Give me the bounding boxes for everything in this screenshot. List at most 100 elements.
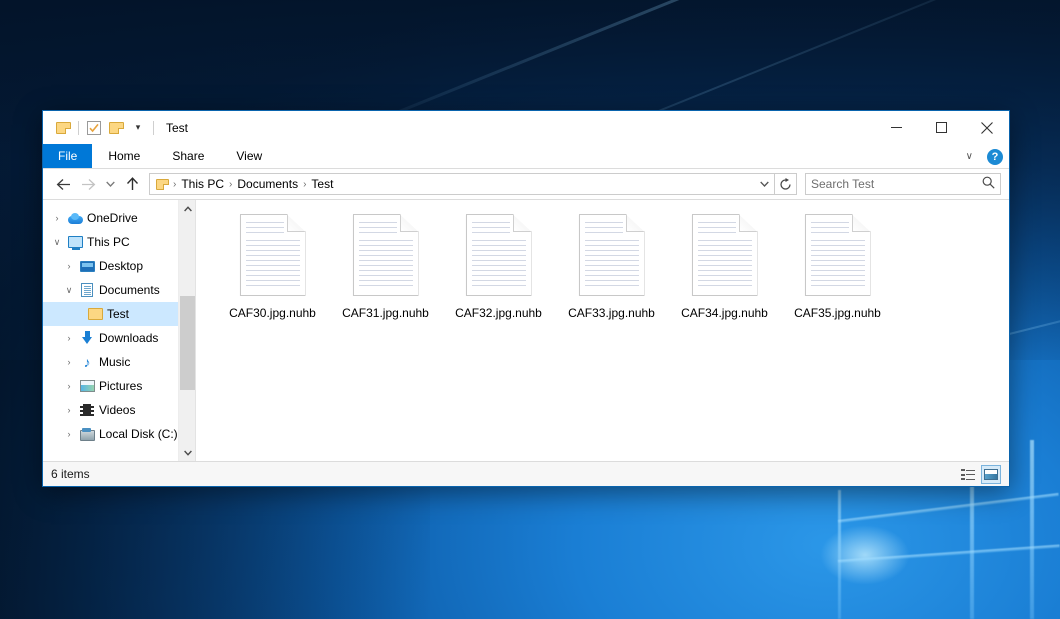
close-button[interactable]: [964, 111, 1009, 144]
sidebar-item-pictures[interactable]: › Pictures: [43, 374, 195, 398]
breadcrumb-item-test[interactable]: Test: [307, 177, 337, 191]
forward-button[interactable]: [76, 172, 101, 196]
chevron-right-icon[interactable]: ›: [61, 405, 77, 415]
sidebar-item-downloads[interactable]: › Downloads: [43, 326, 195, 350]
item-count-label: 6 items: [51, 467, 90, 481]
music-icon: ♪: [77, 355, 97, 369]
address-folder-icon: [155, 179, 172, 190]
chevron-down-icon[interactable]: ∨: [61, 285, 77, 296]
breadcrumb-item-this-pc[interactable]: This PC: [177, 177, 228, 191]
list-item[interactable]: CAF31.jpg.nuhb: [329, 210, 442, 322]
tab-file[interactable]: File: [43, 144, 92, 168]
address-dropdown-chevron-icon[interactable]: [754, 174, 774, 194]
sidebar-item-this-pc[interactable]: ∨ This PC: [43, 230, 195, 254]
title-bar: ▾ Test: [43, 111, 1009, 144]
minimize-button[interactable]: [874, 111, 919, 144]
search-icon[interactable]: [982, 176, 995, 192]
up-button[interactable]: [120, 172, 145, 196]
generic-document-icon: [466, 214, 532, 296]
divider: [78, 121, 79, 135]
window-controls: [874, 111, 1009, 144]
list-item[interactable]: CAF32.jpg.nuhb: [442, 210, 555, 322]
tab-home[interactable]: Home: [92, 144, 156, 168]
help-icon[interactable]: ?: [987, 149, 1003, 165]
customize-quick-access-chevron-icon[interactable]: ▾: [127, 117, 149, 139]
sidebar-item-label: OneDrive: [85, 211, 138, 225]
search-placeholder: Search Test: [811, 177, 982, 191]
generic-document-icon: [240, 214, 306, 296]
chevron-right-icon[interactable]: ›: [61, 333, 77, 343]
ribbon-right-controls: ∨ ?: [960, 144, 1003, 169]
desktop-icon: [77, 261, 97, 272]
sidebar-item-label: Music: [97, 355, 130, 369]
window-title: Test: [166, 121, 188, 135]
generic-document-icon: [353, 214, 419, 296]
wallpaper-logo-edge: [838, 490, 841, 619]
sidebar-item-documents[interactable]: ∨ Documents: [43, 278, 195, 302]
sidebar-item-label: Desktop: [97, 259, 143, 273]
sidebar-item-label: Downloads: [97, 331, 158, 345]
ribbon-tabs: File Home Share View ∨ ?: [43, 144, 1009, 169]
breadcrumb-item-documents[interactable]: Documents: [233, 177, 302, 191]
navigation-bar: › This PC › Documents › Test Search: [43, 169, 1009, 199]
list-item[interactable]: CAF33.jpg.nuhb: [555, 210, 668, 322]
recent-locations-chevron-icon[interactable]: [101, 172, 120, 196]
details-view-button[interactable]: [958, 465, 978, 484]
quick-access-toolbar: ▾: [43, 117, 158, 139]
sidebar-item-desktop[interactable]: › Desktop: [43, 254, 195, 278]
chevron-right-icon[interactable]: ›: [61, 381, 77, 391]
sidebar-item-label: Documents: [97, 283, 160, 297]
list-item[interactable]: CAF35.jpg.nuhb: [781, 210, 894, 322]
file-name: CAF34.jpg.nuhb: [678, 305, 771, 322]
disk-icon: [77, 428, 97, 440]
breadcrumb: › This PC › Documents › Test: [172, 177, 754, 191]
pictures-icon: [77, 380, 97, 392]
file-grid: CAF30.jpg.nuhb CAF31.jpg.nuhb: [216, 210, 1009, 322]
chevron-down-glyph: ▾: [136, 122, 141, 133]
sidebar-item-onedrive[interactable]: › OneDrive: [43, 206, 195, 230]
generic-document-icon: [579, 214, 645, 296]
status-bar: 6 items: [43, 461, 1009, 486]
properties-checkbox-icon[interactable]: [83, 117, 105, 139]
scroll-down-arrow-icon[interactable]: [179, 444, 195, 461]
list-item[interactable]: CAF30.jpg.nuhb: [216, 210, 329, 322]
file-name: CAF32.jpg.nuhb: [452, 305, 545, 322]
chevron-down-icon[interactable]: ∨: [49, 237, 65, 248]
expand-ribbon-chevron-icon[interactable]: ∨: [960, 151, 979, 162]
navigation-pane-scrollbar[interactable]: [178, 200, 195, 461]
chevron-right-icon[interactable]: ›: [61, 429, 77, 439]
sidebar-item-music[interactable]: › ♪ Music: [43, 350, 195, 374]
list-item[interactable]: CAF34.jpg.nuhb: [668, 210, 781, 322]
file-name: CAF33.jpg.nuhb: [565, 305, 658, 322]
scroll-up-arrow-icon[interactable]: [179, 200, 195, 217]
desktop: ▾ Test File Home Share View: [0, 0, 1060, 619]
onedrive-icon: [65, 213, 85, 224]
documents-icon: [77, 283, 97, 297]
large-icons-view-button[interactable]: [981, 465, 1001, 484]
file-name: CAF30.jpg.nuhb: [226, 305, 319, 322]
tab-view[interactable]: View: [220, 144, 278, 168]
file-list-pane[interactable]: CAF30.jpg.nuhb CAF31.jpg.nuhb: [195, 200, 1009, 461]
search-input[interactable]: Search Test: [805, 173, 1001, 195]
wallpaper-logo-edge: [1030, 440, 1034, 619]
generic-document-icon: [692, 214, 758, 296]
scrollbar-thumb[interactable]: [180, 296, 195, 390]
folder-icon[interactable]: [52, 117, 74, 139]
generic-document-icon: [805, 214, 871, 296]
sidebar-item-videos[interactable]: › Videos: [43, 398, 195, 422]
tab-share[interactable]: Share: [156, 144, 220, 168]
chevron-right-icon[interactable]: ›: [49, 213, 65, 223]
sidebar-item-label: Test: [105, 307, 129, 321]
new-folder-icon[interactable]: [105, 117, 127, 139]
sidebar-item-test[interactable]: Test: [43, 302, 195, 326]
back-button[interactable]: [51, 172, 76, 196]
sidebar-item-local-disk-c[interactable]: › Local Disk (C:): [43, 422, 195, 446]
sidebar-item-label: Pictures: [97, 379, 142, 393]
chevron-right-icon[interactable]: ›: [61, 261, 77, 271]
sidebar-item-label: This PC: [85, 235, 130, 249]
chevron-right-icon[interactable]: ›: [61, 357, 77, 367]
maximize-button[interactable]: [919, 111, 964, 144]
address-bar[interactable]: › This PC › Documents › Test: [149, 173, 775, 195]
refresh-button[interactable]: [775, 173, 797, 195]
file-name: CAF31.jpg.nuhb: [339, 305, 432, 322]
